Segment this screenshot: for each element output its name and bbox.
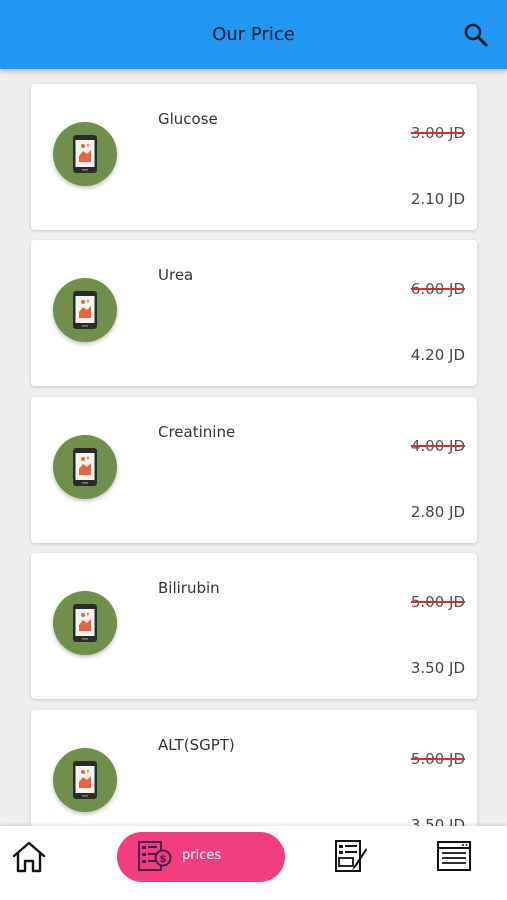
phone-lab-icon (73, 135, 97, 173)
home-icon (12, 841, 46, 873)
search-button[interactable] (463, 22, 489, 48)
test-name: Creatinine (158, 423, 236, 441)
test-name: Urea (158, 266, 194, 284)
nav-prices-label: prices (182, 848, 222, 863)
old-price: 5.00 JD (410, 593, 465, 611)
list-item[interactable]: Urea 6.00 JD 4.20 JD (31, 240, 477, 386)
page-title: Our Price (212, 24, 295, 45)
test-name: ALT(SGPT) (158, 736, 235, 754)
discounted-price: 2.80 JD (410, 503, 465, 521)
list-item[interactable]: Bilirubin 5.00 JD 3.50 JD (31, 553, 477, 699)
list-item[interactable]: Creatinine 4.00 JD 2.80 JD (31, 397, 477, 543)
svg-text:$: $ (160, 854, 167, 865)
order-form-icon (335, 840, 367, 872)
phone-lab-icon (73, 291, 97, 329)
price-list[interactable]: Glucose 3.00 JD 2.10 JD Urea 6.00 JD 4.2… (0, 69, 507, 826)
phone-lab-icon (73, 448, 97, 486)
discounted-price: 2.10 JD (410, 190, 465, 208)
news-icon (437, 841, 471, 871)
nav-news-button[interactable] (436, 840, 472, 872)
search-icon (464, 23, 488, 47)
phone-lab-icon (73, 761, 97, 799)
nav-home-button[interactable] (11, 840, 47, 874)
bottom-navigation: $ prices (0, 826, 507, 900)
app-bar: Our Price (0, 0, 507, 69)
discounted-price: 3.50 JD (410, 659, 465, 677)
nav-prices-tab[interactable]: $ prices (117, 832, 285, 882)
test-name: Glucose (158, 110, 218, 128)
price-list-icon: $ (138, 841, 172, 871)
discounted-price: 4.20 JD (410, 346, 465, 364)
test-thumbnail (53, 748, 117, 812)
old-price: 6.00 JD (410, 280, 465, 298)
test-name: Bilirubin (158, 579, 220, 597)
discounted-price: 3.50 JD (410, 816, 465, 826)
list-item[interactable]: ALT(SGPT) 5.00 JD 3.50 JD (31, 710, 477, 826)
test-thumbnail (53, 122, 117, 186)
test-thumbnail (53, 435, 117, 499)
test-thumbnail (53, 278, 117, 342)
nav-order-button[interactable] (332, 838, 368, 874)
old-price: 3.00 JD (410, 124, 465, 142)
old-price: 4.00 JD (410, 437, 465, 455)
old-price: 5.00 JD (410, 750, 465, 768)
list-item[interactable]: Glucose 3.00 JD 2.10 JD (31, 84, 477, 230)
test-thumbnail (53, 591, 117, 655)
phone-lab-icon (73, 604, 97, 642)
